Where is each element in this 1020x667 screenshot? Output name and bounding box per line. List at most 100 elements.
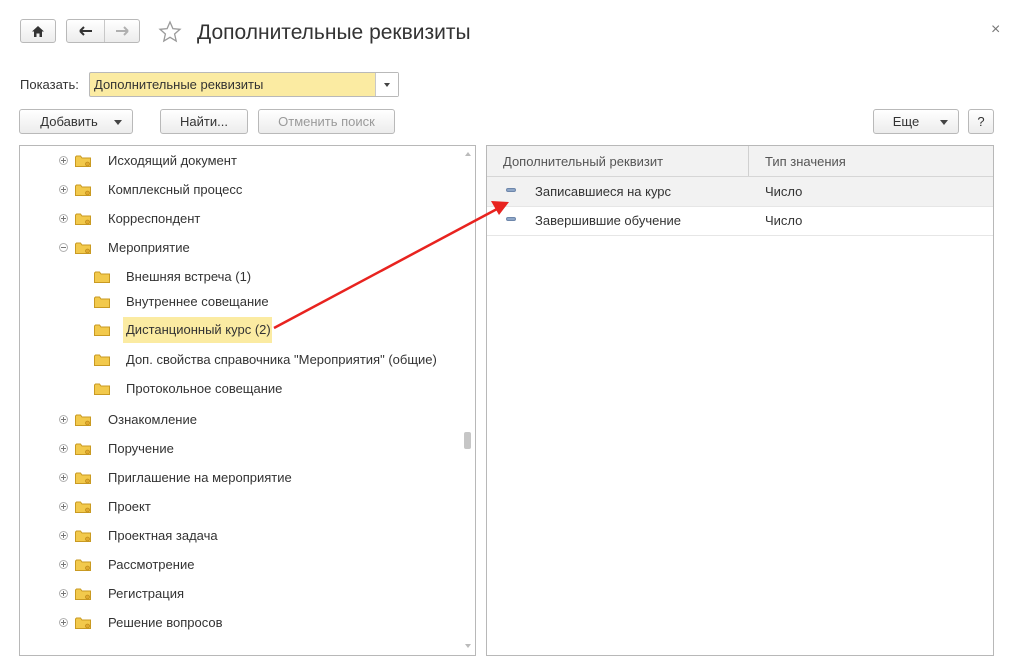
expand-icon[interactable] [59,185,68,194]
table-header: Дополнительный реквизит Тип значения [487,146,993,177]
scroll-down-arrow[interactable] [465,644,471,648]
tree-item-label: Регистрация [108,586,184,601]
tree-item[interactable]: Исходящий документ [20,150,460,172]
tree-item-label: Внутреннее совещание [126,294,269,309]
expand-icon[interactable] [59,156,68,165]
collapse-icon[interactable] [59,243,68,252]
tree-item-label: Поручение [108,441,174,456]
folder-icon [94,324,110,336]
expand-icon[interactable] [59,415,68,424]
scrollbar-thumb[interactable] [464,432,471,449]
tree-item-label: Внешняя встреча (1) [126,269,252,284]
folder-icon [94,354,110,366]
expand-icon[interactable] [59,531,68,540]
tree-item[interactable]: Рассмотрение [20,554,460,576]
tree-item[interactable]: Внутреннее совещание [20,291,460,313]
tree-item-label: Дистанционный курс (2) [126,322,271,337]
tree-item[interactable]: Приглашение на мероприятие [20,467,460,489]
expand-icon[interactable] [59,618,68,627]
expand-icon[interactable] [59,444,68,453]
home-button[interactable] [20,19,56,43]
tree-item-label: Комплексный процесс [108,182,243,197]
tree-item-label: Мероприятие [108,240,190,255]
folder-icon [75,155,91,167]
back-button[interactable] [67,20,105,42]
folder-icon [75,184,91,196]
tree-item-label: Приглашение на мероприятие [108,470,292,485]
expand-icon[interactable] [59,502,68,511]
value-type-cell: Число [765,184,803,199]
tree-item[interactable]: Решение вопросов [20,612,460,634]
tree-item[interactable]: Поручение [20,438,460,460]
help-button[interactable]: ? [968,109,994,134]
folder-icon [75,443,91,455]
value-type-cell: Число [765,213,803,228]
tree-item-label: Корреспондент [108,211,201,226]
chevron-down-icon [940,120,948,125]
close-icon[interactable]: × [991,21,1000,39]
folder-icon [75,213,91,225]
tree-item[interactable]: Доп. свойства справочника "Мероприятия" … [20,349,460,371]
table-row[interactable]: Завершившие обучение Число [487,206,993,236]
tree-item[interactable]: Дистанционный курс (2) [20,317,460,343]
filter-select-value: Дополнительные реквизиты [94,77,264,92]
properties-table: Дополнительный реквизит Тип значения Зап… [486,145,994,656]
tree-item-label: Доп. свойства справочника "Мероприятия" … [126,352,437,367]
column-header-property[interactable]: Дополнительный реквизит [503,154,663,169]
expand-icon[interactable] [59,589,68,598]
history-nav [66,19,140,43]
more-button[interactable]: Еще [873,109,959,134]
tree-item-label: Решение вопросов [108,615,223,630]
favorite-star-icon[interactable] [158,20,182,44]
tree-item-label: Рассмотрение [108,557,195,572]
cancel-search-button[interactable]: Отменить поиск [258,109,395,134]
property-icon [506,188,516,192]
page-title: Дополнительные реквизиты [197,21,471,44]
filter-dropdown-button[interactable] [375,73,398,96]
folder-icon [75,559,91,571]
property-icon [506,217,516,221]
tree-item[interactable]: Комплексный процесс [20,179,460,201]
tree-item-label: Ознакомление [108,412,197,427]
folder-icon [75,588,91,600]
property-name-cell: Завершившие обучение [535,213,681,228]
expand-icon[interactable] [59,473,68,482]
find-button[interactable]: Найти... [160,109,248,134]
folder-icon [75,242,91,254]
tree-item[interactable]: Протокольное совещание [20,378,460,400]
column-header-type[interactable]: Тип значения [765,154,846,169]
tree-item-label: Проект [108,499,151,514]
chevron-down-icon [114,120,122,125]
tree-item[interactable]: Внешняя встреча (1) [20,266,460,288]
property-name-cell: Записавшиеся на курс [535,184,672,199]
folder-icon [75,530,91,542]
tree-item[interactable]: Проект [20,496,460,518]
tree-item-label: Проектная задача [108,528,218,543]
scroll-up-arrow[interactable] [465,152,471,156]
folder-icon [94,271,110,283]
add-button-label: Добавить [40,114,98,129]
tree-item[interactable]: Мероприятие [20,237,460,259]
expand-icon[interactable] [59,214,68,223]
table-row[interactable]: Записавшиеся на курс Число [487,177,993,207]
add-button[interactable]: Добавить [19,109,133,134]
tree-item[interactable]: Корреспондент [20,208,460,230]
arrow-right-icon [116,26,129,36]
tree-item-label: Протокольное совещание [126,381,283,396]
forward-button[interactable] [104,20,140,42]
tree-item-label: Исходящий документ [108,153,237,168]
folder-icon [94,383,110,395]
folder-icon [75,501,91,513]
expand-icon[interactable] [59,560,68,569]
tree-item[interactable]: Проектная задача [20,525,460,547]
chevron-down-icon [384,82,390,87]
column-divider [748,146,749,176]
tree-item[interactable]: Ознакомление [20,409,460,431]
folder-icon [94,296,110,308]
arrow-left-icon [78,26,92,36]
filter-select[interactable]: Дополнительные реквизиты [89,72,399,97]
folder-icon [75,414,91,426]
more-button-label: Еще [892,114,920,129]
tree-item[interactable]: Регистрация [20,583,460,605]
tree-panel: Исходящий документ Комплексный процесс Кор… [19,145,476,656]
